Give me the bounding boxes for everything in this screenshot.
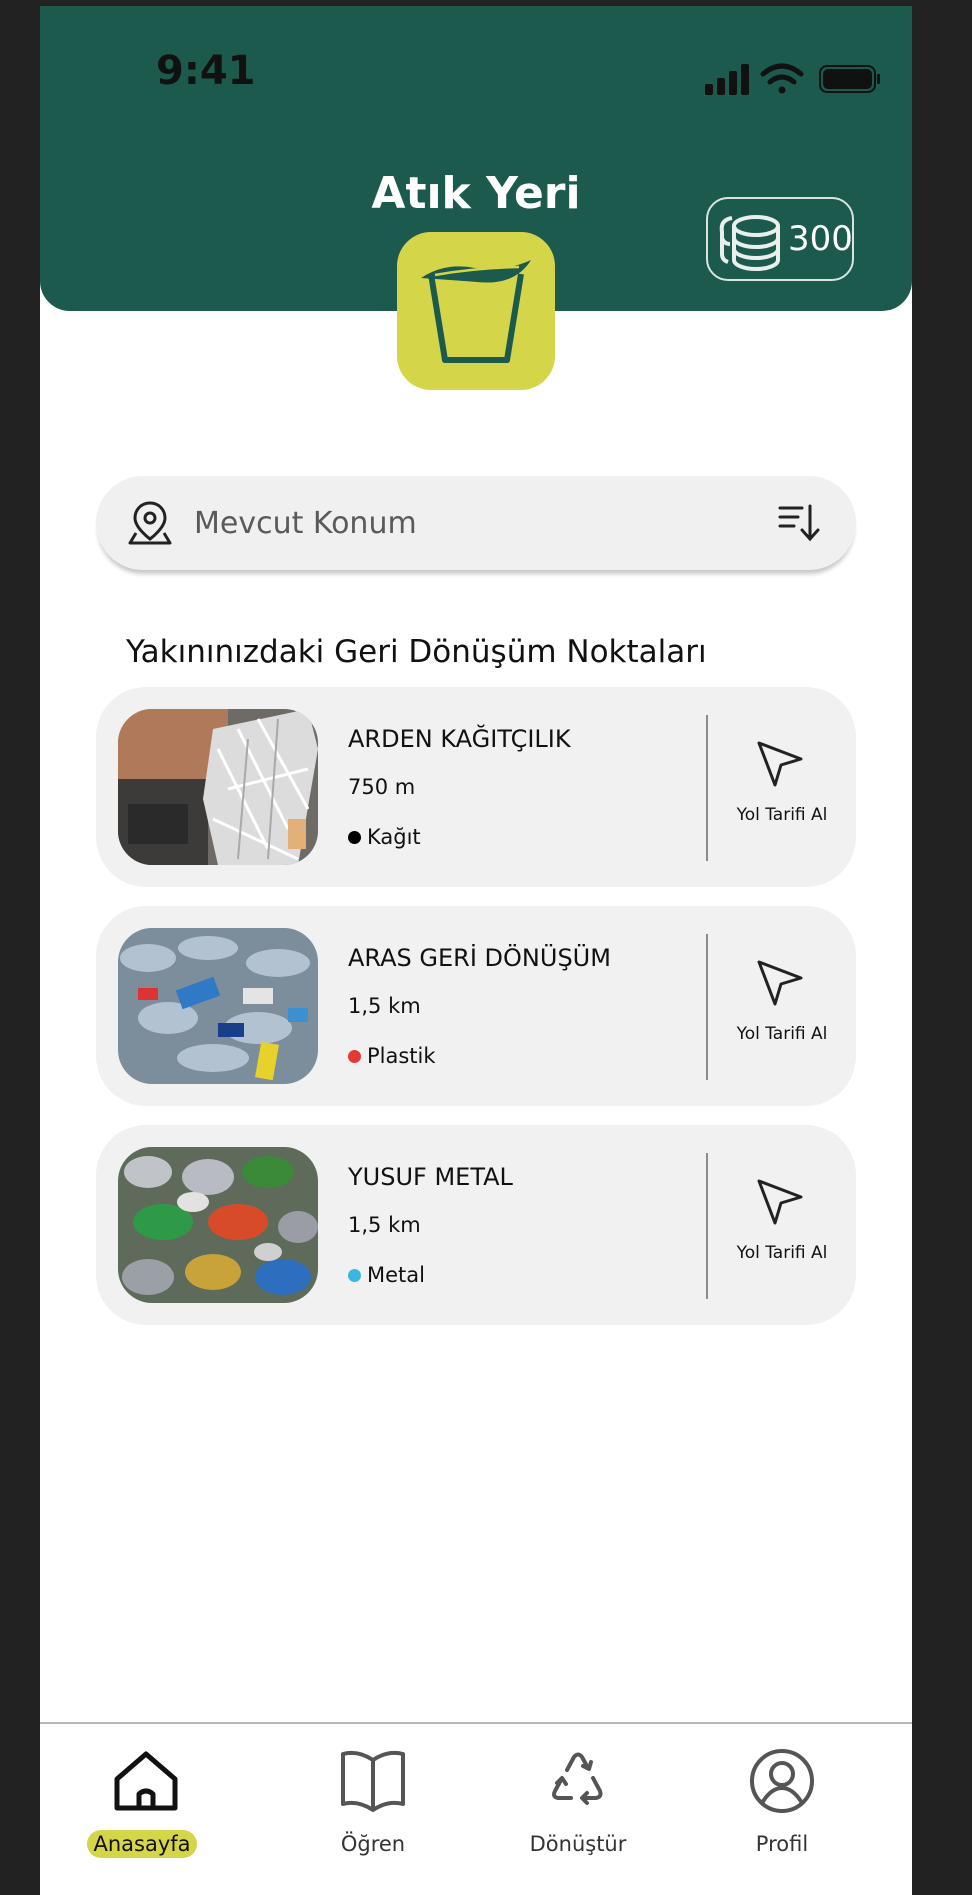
battery-icon bbox=[819, 65, 880, 93]
category-label: Metal bbox=[367, 1263, 425, 1287]
category-dot bbox=[348, 1049, 361, 1063]
search-input[interactable] bbox=[194, 498, 734, 548]
wifi-icon bbox=[760, 63, 804, 94]
navigation-arrow-icon bbox=[757, 1179, 803, 1225]
nav-label-ogren: Öğren bbox=[340, 1832, 406, 1856]
bottom-navigation: Anasayfa Öğren Dönüştür Profil bbox=[40, 1722, 912, 1895]
book-icon bbox=[341, 1750, 405, 1812]
directions-label: Yol Tarifi Al bbox=[736, 805, 828, 825]
recycling-point-card[interactable]: ARAS GERİ DÖNÜŞÜM 1,5 km Plastik Yol Tar… bbox=[96, 906, 856, 1106]
category-label: Plastik bbox=[367, 1044, 436, 1068]
recycle-icon bbox=[552, 1752, 603, 1805]
point-category: Metal bbox=[348, 1263, 425, 1287]
app-logo bbox=[397, 232, 555, 390]
crushed-cans-photo bbox=[118, 1147, 318, 1303]
location-pin-icon bbox=[128, 501, 172, 545]
point-name: ARDEN KAĞITÇILIK bbox=[348, 725, 571, 753]
get-directions-button[interactable]: Yol Tarifi Al bbox=[708, 687, 856, 887]
nav-item-ogren[interactable]: Öğren bbox=[298, 1724, 448, 1895]
recycling-point-card[interactable]: YUSUF METAL 1,5 km Metal Yol Tarifi Al bbox=[96, 1125, 856, 1325]
point-distance: 1,5 km bbox=[348, 994, 421, 1018]
home-icon bbox=[114, 1751, 178, 1811]
nav-label-profil: Profil bbox=[755, 1832, 809, 1856]
shredded-paper-photo bbox=[118, 709, 318, 865]
coins-icon bbox=[719, 215, 780, 271]
category-dot bbox=[348, 830, 361, 844]
signal-icon bbox=[705, 64, 749, 95]
phone-screen: 9:41 Atık Yeri 300 Mevcut Konum Yakınını… bbox=[40, 6, 912, 1895]
point-name: YUSUF METAL bbox=[348, 1163, 513, 1191]
category-dot bbox=[348, 1268, 361, 1282]
sort-filter-icon[interactable] bbox=[776, 502, 820, 544]
get-directions-button[interactable]: Yol Tarifi Al bbox=[708, 1125, 856, 1325]
navigation-arrow-icon bbox=[757, 741, 803, 787]
navigation-arrow-icon bbox=[757, 960, 803, 1006]
status-time: 9:41 bbox=[156, 48, 256, 94]
get-directions-button[interactable]: Yol Tarifi Al bbox=[708, 906, 856, 1106]
directions-label: Yol Tarifi Al bbox=[736, 1243, 828, 1263]
coin-count: 300 bbox=[788, 219, 853, 259]
location-search-bar[interactable] bbox=[96, 476, 856, 570]
nearby-points-title: Yakınınızdaki Geri Dönüşüm Noktaları bbox=[126, 634, 707, 670]
status-icons bbox=[705, 63, 880, 95]
point-category: Plastik bbox=[348, 1044, 436, 1068]
profile-icon bbox=[750, 1749, 814, 1813]
point-category: Kağıt bbox=[348, 825, 421, 849]
recycling-point-card[interactable]: ARDEN KAĞITÇILIK 750 m Kağıt Yol Tarifi … bbox=[96, 687, 856, 887]
nav-label-anasayfa: Anasayfa bbox=[87, 1830, 197, 1858]
directions-label: Yol Tarifi Al bbox=[736, 1024, 828, 1044]
nav-item-anasayfa[interactable]: Anasayfa bbox=[71, 1724, 221, 1895]
coin-balance-badge[interactable]: 300 bbox=[706, 197, 854, 281]
nav-item-profil[interactable]: Profil bbox=[707, 1724, 857, 1895]
leaf-bin-icon bbox=[421, 260, 531, 363]
nav-item-donustur[interactable]: Dönüştür bbox=[503, 1724, 653, 1895]
point-distance: 750 m bbox=[348, 775, 416, 799]
point-name: ARAS GERİ DÖNÜŞÜM bbox=[348, 944, 611, 972]
plastic-bottles-photo bbox=[118, 928, 318, 1084]
point-distance: 1,5 km bbox=[348, 1213, 421, 1237]
nav-label-donustur: Dönüştür bbox=[529, 1832, 627, 1856]
category-label: Kağıt bbox=[367, 825, 421, 849]
